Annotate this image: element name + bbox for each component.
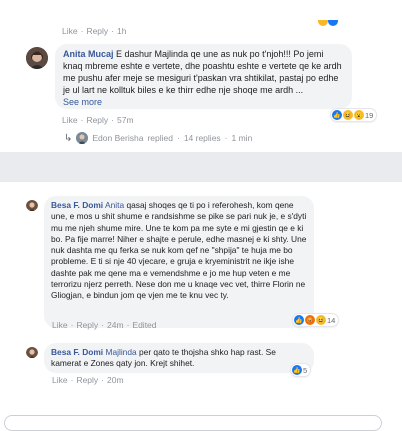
comment-bubble-besa-2: Besa F. Domi Majlinda per qato te thojsh… (44, 343, 314, 373)
reply-count: 14 replies (183, 133, 221, 143)
separator: · (176, 133, 180, 143)
avatar-image (76, 132, 89, 144)
separator: · (101, 375, 105, 385)
timestamp[interactable]: 20m (107, 375, 124, 385)
reply-link[interactable]: Reply (86, 26, 108, 36)
separator: · (70, 320, 74, 330)
reaction-count: 14 (327, 315, 336, 325)
reply-time: 1 min (231, 133, 253, 143)
reaction-count: 5 (303, 365, 308, 375)
reply-link[interactable]: Reply (76, 320, 98, 330)
timestamp[interactable]: 1h (117, 26, 126, 36)
like-link[interactable]: Like (62, 26, 78, 36)
see-more-link[interactable]: See more (63, 97, 102, 107)
haha-reaction-icon: 😆 (316, 315, 326, 325)
avatar-besa[interactable] (26, 346, 38, 358)
timestamp[interactable]: 24m (107, 320, 124, 330)
like-reaction-icon: 👍 (292, 365, 302, 375)
panel-separator (0, 152, 402, 182)
comment-actions: Like · Reply · 20m (52, 375, 124, 385)
separator: · (80, 115, 84, 125)
replied-label: replied (147, 133, 173, 143)
comment-author[interactable]: Besa F. Domi (51, 347, 103, 357)
separator: · (224, 133, 228, 143)
comment-text: qasaj shoqes qe ti po i referohesh, kom … (51, 200, 307, 301)
edited-label[interactable]: Edited (132, 320, 156, 330)
like-link[interactable]: Like (52, 375, 68, 385)
reply-author: Edon Berisha (92, 133, 144, 143)
separator: · (111, 115, 115, 125)
separator: · (80, 26, 84, 36)
comment-author[interactable]: Besa F. Domi (51, 200, 103, 210)
reply-link[interactable]: Reply (76, 375, 98, 385)
reaction-summary[interactable]: 👍 😆 😮 19 (331, 109, 377, 121)
reply-arrow-icon: ↳ (64, 132, 73, 144)
avatar-besa[interactable] (26, 199, 38, 211)
comment-bubble-anita: Anita Mucaj E dashur Majlinda qe une as … (55, 44, 352, 109)
prev-comment-actions: Like · Reply · 1h (62, 26, 126, 36)
reaction-summary[interactable]: 👍 😡 😆 14 (293, 314, 339, 326)
reaction-count: 19 (365, 110, 374, 120)
haha-icon (318, 20, 328, 26)
comment-panel-top: Like · Reply · 1h Anita Mucaj E dashur M… (0, 0, 402, 152)
mention-link[interactable]: Anita (105, 200, 124, 210)
view-replies-row[interactable]: ↳ Edon Berisha replied · 14 replies · 1 … (64, 132, 252, 144)
separator: · (70, 375, 74, 385)
comment-actions: Like · Reply · 24m · Edited (52, 320, 157, 330)
mention-link[interactable]: Majlinda (105, 347, 136, 357)
reply-link[interactable]: Reply (86, 115, 108, 125)
wow-reaction-icon: 😮 (354, 110, 364, 120)
timestamp[interactable]: 57m (117, 115, 134, 125)
reply-input-box[interactable] (4, 415, 382, 431)
like-reaction-icon: 👍 (332, 110, 342, 120)
avatar-image (26, 200, 38, 211)
comment-bubble-besa-1: Besa F. Domi Anita qasaj shoqes qe ti po… (44, 196, 314, 328)
separator: · (126, 320, 130, 330)
comment-author[interactable]: Anita Mucaj (63, 49, 114, 59)
haha-reaction-icon: 😆 (343, 110, 353, 120)
angry-reaction-icon: 😡 (305, 315, 315, 325)
like-reaction-icon: 👍 (294, 315, 304, 325)
avatar-anita[interactable] (26, 47, 48, 69)
comment-panel-bottom: Besa F. Domi Anita qasaj shoqes qe ti po… (0, 182, 402, 431)
like-link[interactable]: Like (62, 115, 78, 125)
reaction-summary[interactable]: 👍 5 (291, 364, 311, 376)
separator: · (101, 320, 105, 330)
avatar-edon (76, 132, 89, 144)
avatar-image (26, 47, 48, 69)
separator: · (111, 26, 115, 36)
comment-actions: Like · Reply · 57m (62, 115, 134, 125)
reaction-chip-partial[interactable] (318, 20, 346, 28)
avatar-image (26, 347, 38, 358)
like-icon (328, 20, 338, 26)
like-link[interactable]: Like (52, 320, 68, 330)
